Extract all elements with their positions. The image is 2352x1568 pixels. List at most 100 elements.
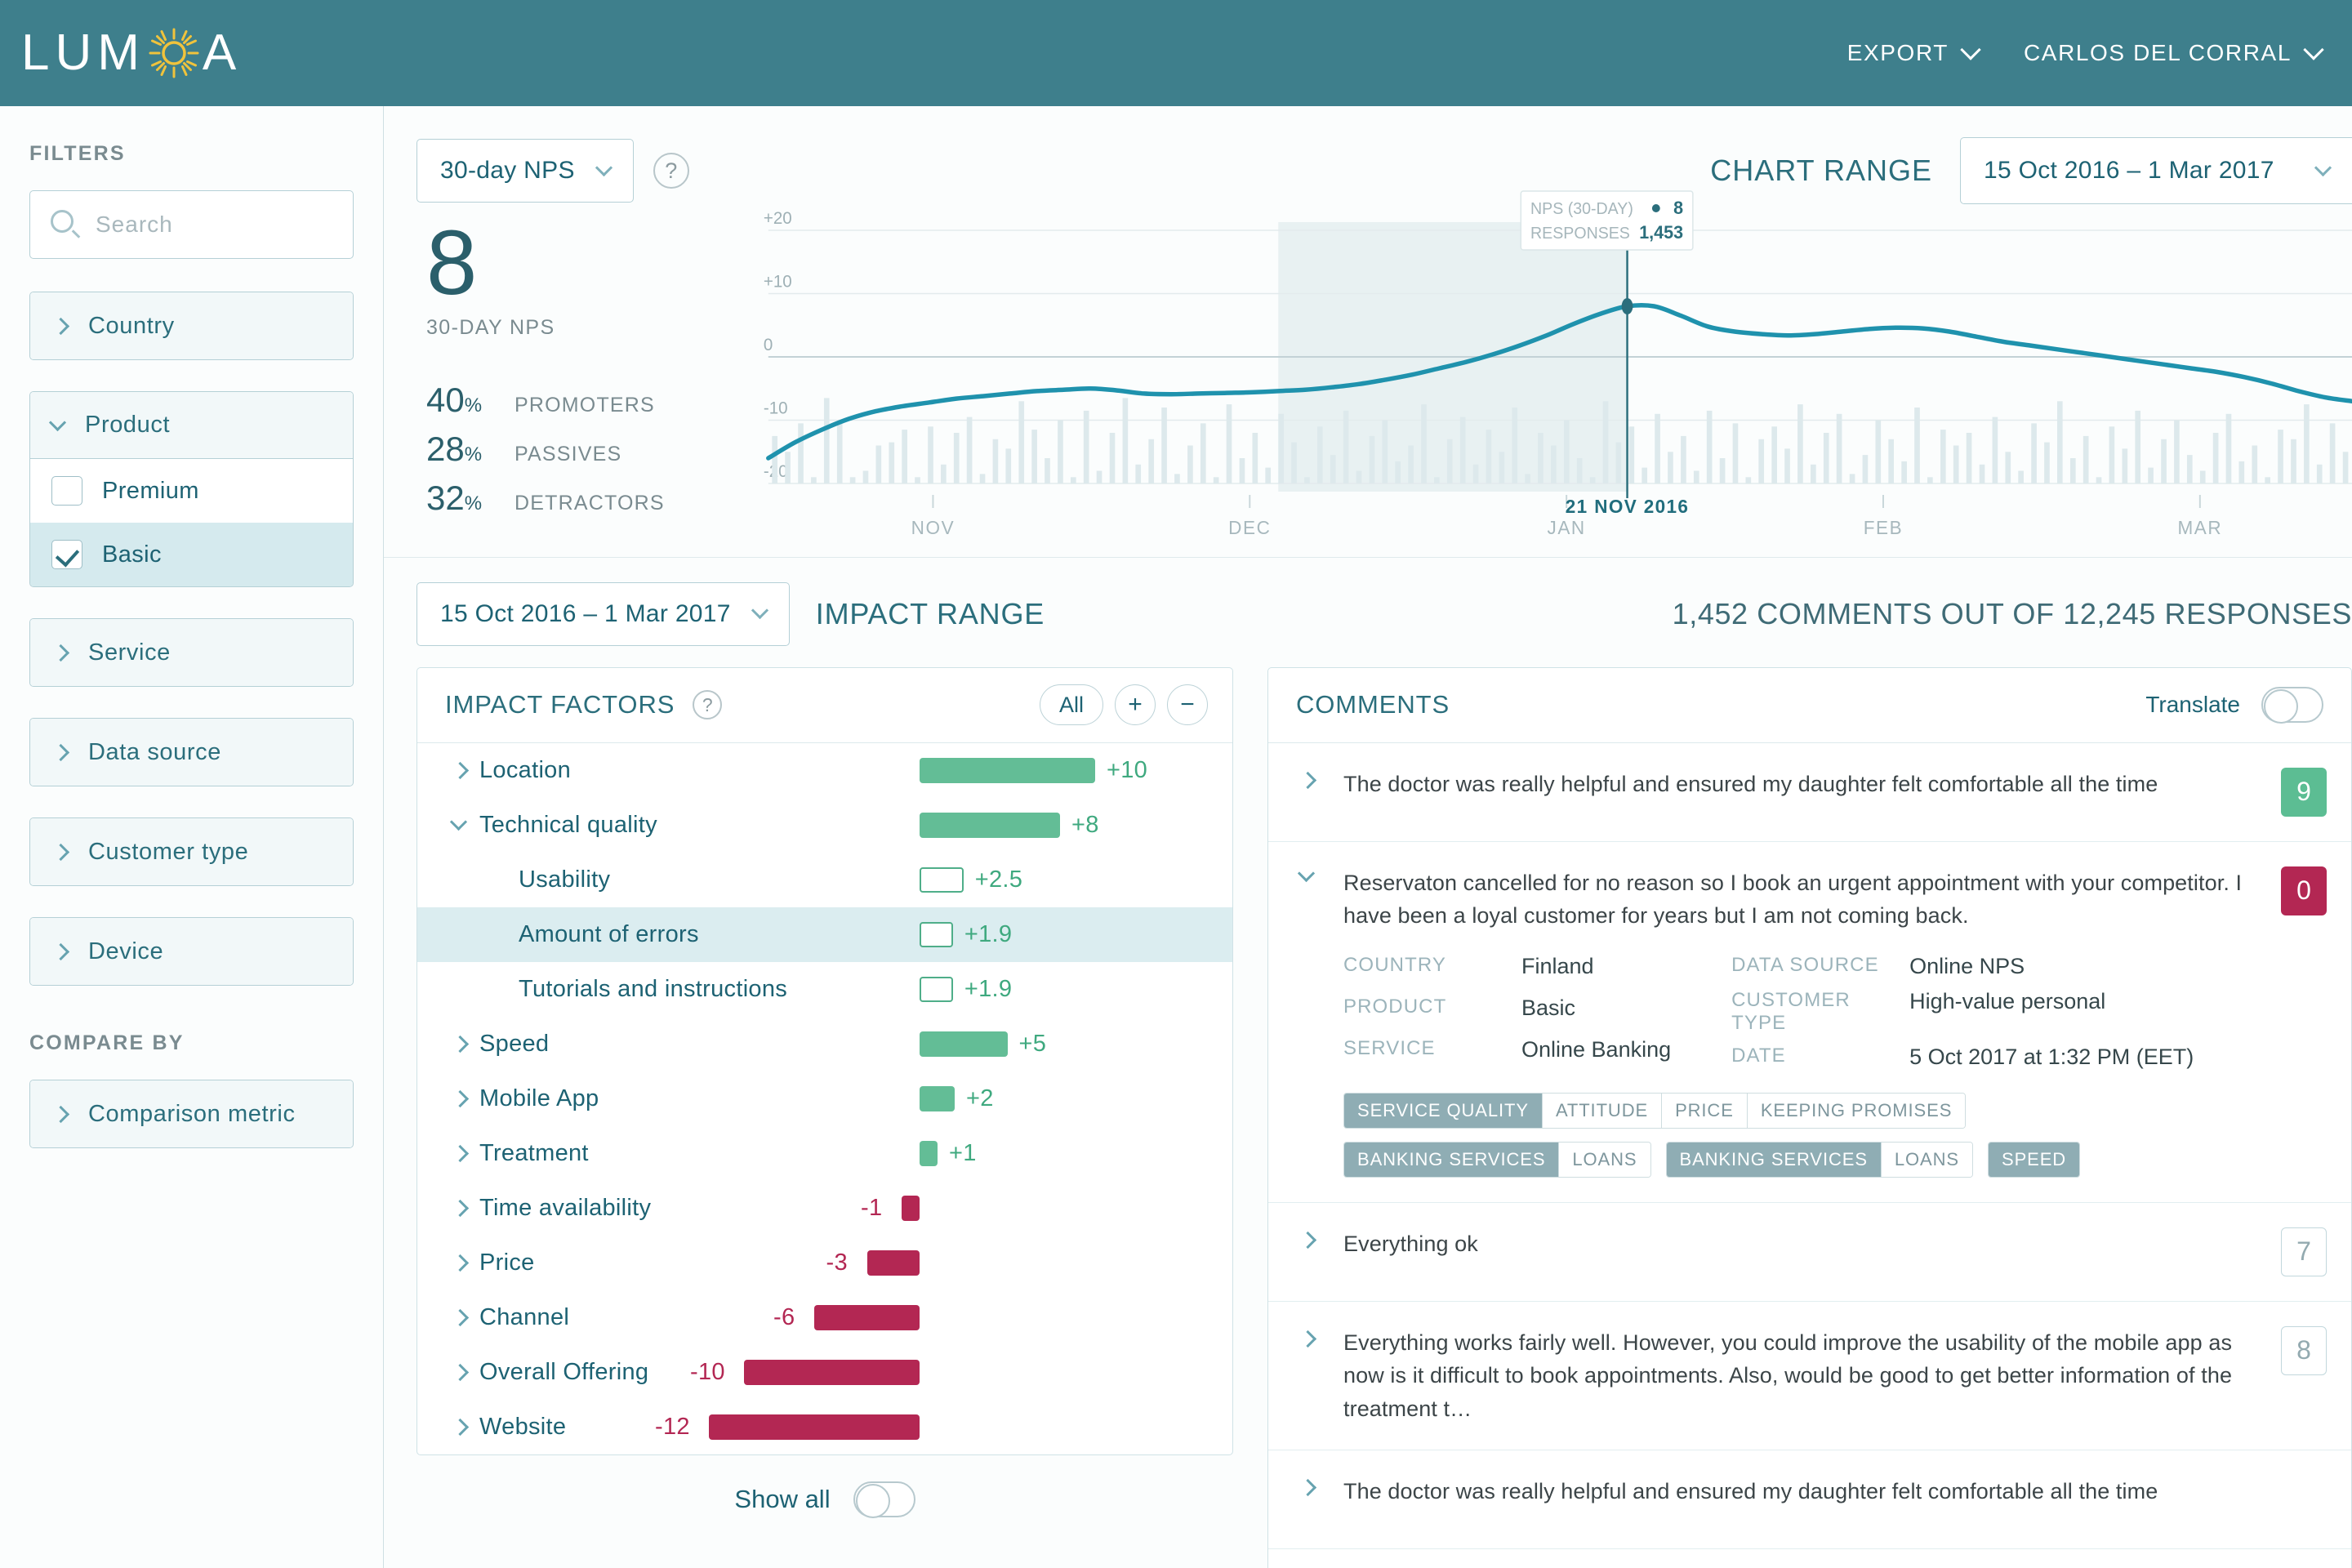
- impact-bar: [920, 977, 953, 1002]
- impact-factor-row[interactable]: Time availability -1: [417, 1181, 1232, 1236]
- impact-row-chevron[interactable]: [437, 1093, 479, 1105]
- impact-range-selector[interactable]: 15 Oct 2016 – 1 Mar 2017: [416, 582, 790, 646]
- impact-bar: [920, 1086, 955, 1111]
- impact-factor-row[interactable]: Location +10: [417, 743, 1232, 798]
- tag-group: BANKING SERVICESLOANS: [1666, 1142, 1974, 1178]
- chevron-down-icon: [2303, 39, 2323, 60]
- header-actions: EXPORT CARLOS DEL CORRAL: [1847, 40, 2324, 66]
- topic-tag[interactable]: BANKING SERVICES: [1667, 1143, 1881, 1177]
- show-all-toggle[interactable]: [853, 1481, 915, 1517]
- impact-row-chevron[interactable]: [437, 1366, 479, 1379]
- impact-factor-row[interactable]: Channel -6: [417, 1290, 1232, 1345]
- comment-row[interactable]: The doctor was really helpful and ensure…: [1268, 1450, 2351, 1548]
- filter-group-header[interactable]: Device: [30, 918, 353, 985]
- search-input[interactable]: Search: [29, 190, 354, 259]
- nps-line-chart[interactable]: +20+100-10-20NOVDECJANFEBMAR21 NOV 2016N…: [720, 222, 2352, 492]
- nps-caption: 30-DAY NPS: [426, 316, 720, 340]
- comment-expand-toggle[interactable]: [1268, 1475, 1343, 1524]
- comment-expand-toggle[interactable]: [1268, 1227, 1343, 1276]
- impact-row-chevron[interactable]: [437, 1038, 479, 1050]
- impact-factor-row[interactable]: Amount of errors +1.9: [417, 907, 1232, 962]
- impact-row-chevron[interactable]: [437, 1312, 479, 1324]
- impact-bar-zone: +1: [768, 1126, 1224, 1181]
- topic-tag[interactable]: LOANS: [1558, 1143, 1650, 1177]
- svg-text:+10: +10: [764, 272, 792, 291]
- impact-value: -1: [861, 1195, 882, 1222]
- impact-factor-row[interactable]: Usability +2.5: [417, 853, 1232, 907]
- filter-option-premium[interactable]: Premium: [30, 459, 353, 523]
- impact-factor-list: Location +10 Technical quality +8 Usabil…: [417, 743, 1232, 1454]
- impact-row-chevron[interactable]: [437, 1147, 479, 1160]
- topic-tag[interactable]: SPEED: [1989, 1143, 2079, 1177]
- comment-text: Everything works fairly well. However, y…: [1343, 1326, 2258, 1426]
- impact-value: -3: [826, 1250, 848, 1276]
- export-menu[interactable]: EXPORT: [1847, 40, 1978, 66]
- impact-bar: [920, 1141, 938, 1166]
- filter-group-header[interactable]: Data source: [30, 719, 353, 786]
- comment-row[interactable]: Everything works fairly well. However, y…: [1268, 1301, 2351, 1450]
- filter-group-header[interactable]: Comparison metric: [30, 1080, 353, 1147]
- checkbox[interactable]: [51, 476, 82, 506]
- comment-expand-toggle[interactable]: [1268, 768, 1343, 817]
- user-menu[interactable]: CARLOS DEL CORRAL: [2024, 40, 2321, 66]
- impact-factor-row[interactable]: Overall Offering -10: [417, 1345, 1232, 1400]
- comment-row[interactable]: Reservaton cancelled for no reason so I …: [1268, 841, 2351, 1202]
- chevron-down-icon: [2314, 158, 2332, 176]
- filter-negative-button[interactable]: −: [1167, 684, 1208, 725]
- help-icon[interactable]: ?: [653, 153, 689, 189]
- metric-selector[interactable]: 30-day NPS: [416, 139, 634, 203]
- filter-group-header[interactable]: Service: [30, 619, 353, 686]
- topic-tag[interactable]: SERVICE QUALITY: [1344, 1094, 1542, 1128]
- comments-list: The doctor was really helpful and ensure…: [1268, 743, 2351, 1568]
- topic-tag[interactable]: PRICE: [1661, 1094, 1747, 1128]
- topic-tag[interactable]: KEEPING PROMISES: [1747, 1094, 1965, 1128]
- translate-toggle[interactable]: [2261, 687, 2323, 723]
- impact-row-chevron[interactable]: [437, 1421, 479, 1433]
- chart-range-selector[interactable]: 15 Oct 2016 – 1 Mar 2017: [1960, 137, 2352, 204]
- nps-breakdown-label: PASSIVES: [514, 443, 621, 466]
- comment-row[interactable]: The doctor was really helpful and ensure…: [1268, 743, 2351, 841]
- chevron-right-icon: [451, 1309, 468, 1326]
- comment-expand-toggle[interactable]: [1268, 1326, 1343, 1426]
- comment-meta-value: High-value personal: [1909, 989, 2194, 1035]
- comment-row[interactable]: Reservaton cancelled for no reason so I …: [1268, 1548, 2351, 1568]
- filter-group-header[interactable]: Country: [30, 292, 353, 359]
- impact-bar: [920, 758, 1095, 783]
- topic-tag[interactable]: BANKING SERVICES: [1344, 1143, 1558, 1177]
- help-icon[interactable]: ?: [693, 690, 722, 719]
- impact-row-chevron[interactable]: [437, 764, 479, 777]
- impact-row-chevron[interactable]: [437, 1257, 479, 1269]
- impact-factor-row[interactable]: Technical quality +8: [417, 798, 1232, 853]
- filter-option-basic[interactable]: Basic: [30, 523, 353, 586]
- topic-tag[interactable]: ATTITUDE: [1542, 1094, 1661, 1128]
- impact-value: +1.9: [964, 921, 1012, 948]
- impact-row-chevron[interactable]: [437, 822, 479, 828]
- chevron-right-icon: [451, 1254, 468, 1272]
- comment-expand-toggle[interactable]: [1268, 866, 1343, 1178]
- filter-group-header[interactable]: Customer type: [30, 818, 353, 885]
- filter-positive-button[interactable]: +: [1115, 684, 1156, 725]
- impact-factor-row[interactable]: Tutorials and instructions +1.9: [417, 962, 1232, 1017]
- checkbox[interactable]: [51, 540, 82, 569]
- filter-group-label: Device: [88, 938, 163, 965]
- impact-factor-row[interactable]: Treatment +1: [417, 1126, 1232, 1181]
- impact-factor-label: Usability: [519, 866, 610, 893]
- filter-group-list: Country Product Premium Basic Service Da…: [29, 292, 354, 986]
- impact-factor-row[interactable]: Price -3: [417, 1236, 1232, 1290]
- filter-option-label: Premium: [102, 478, 199, 505]
- topic-tag[interactable]: LOANS: [1881, 1143, 1972, 1177]
- nps-breakdown-row: 40% PROMOTERS: [426, 381, 720, 420]
- impact-factor-row[interactable]: Speed +5: [417, 1017, 1232, 1071]
- comment-row[interactable]: Everything ok 7: [1268, 1202, 2351, 1301]
- filters-title: FILTERS: [29, 142, 354, 166]
- chevron-right-icon: [52, 843, 69, 860]
- impact-factor-row[interactable]: Website -12: [417, 1400, 1232, 1454]
- svg-text:JAN: JAN: [1548, 517, 1586, 538]
- impact-row-chevron[interactable]: [437, 1202, 479, 1214]
- svg-text:RESPONSES: RESPONSES: [1530, 225, 1630, 243]
- impact-factor-row[interactable]: Mobile App +2: [417, 1071, 1232, 1126]
- filter-all-button[interactable]: All: [1040, 684, 1103, 725]
- impact-factor-label: Tutorials and instructions: [519, 976, 787, 1003]
- svg-text:0: 0: [764, 336, 773, 354]
- filter-group-header[interactable]: Product: [30, 392, 353, 459]
